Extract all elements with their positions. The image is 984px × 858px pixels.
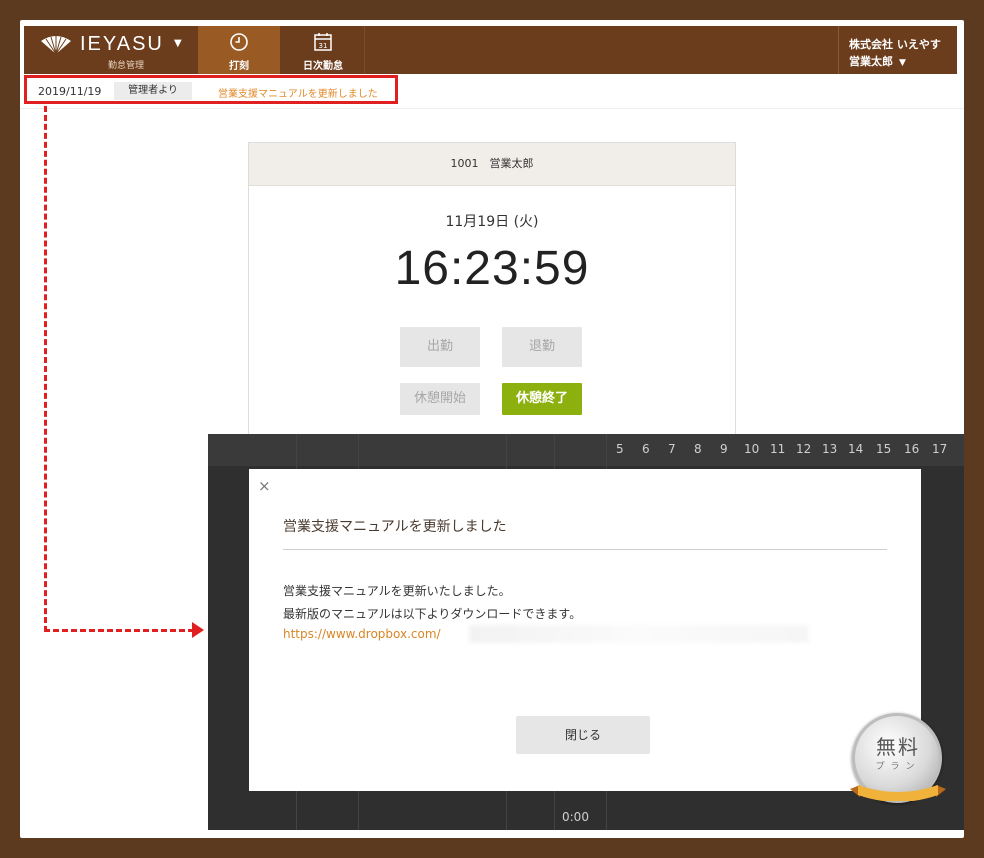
top-navigation-bar: IEYASU ▼ 勤怠管理 打刻 31 日次勤怠 株式会社 いえやす 営業太郎 ▼ [24,26,957,74]
free-plan-badge: 無料 プラン [848,713,948,813]
download-link[interactable]: https://www.dropbox.com/ [283,627,441,641]
calendar-icon: 31 [314,33,332,51]
tab-daily-attendance[interactable]: 31 日次勤怠 [282,26,365,74]
clock-in-button[interactable]: 出勤 [400,327,480,367]
company-name: 株式会社 いえやす [849,38,941,51]
table-header-day: 15 [876,442,892,456]
attendance-table-header: 5 6 7 8 9 10 11 12 13 14 15 16 17 [208,434,964,466]
current-time: 16:23:59 [394,242,590,295]
close-icon[interactable]: × [258,477,271,495]
notice-highlight-box [24,75,398,104]
user-menu-caret-icon[interactable]: ▼ [899,58,906,68]
tab-punch-label: 打刻 [229,61,249,72]
modal-body-line-1: 営業支援マニュアルを更新いたしました。 [283,584,511,598]
current-date: 11月19日 (火) [445,214,539,230]
clock-icon [230,33,248,51]
break-end-button[interactable]: 休憩終了 [502,383,582,415]
ribbon-icon [850,785,946,801]
modal-close-button[interactable]: 閉じる [516,716,650,754]
user-menu[interactable]: 株式会社 いえやす 営業太郎 ▼ [838,26,957,74]
redacted-link-area [469,625,809,643]
callout-arrow-line [44,106,47,632]
table-header-day: 6 [642,442,650,456]
user-name: 営業太郎 [849,55,893,68]
table-header-day: 17 [932,442,948,456]
badge-main-text: 無料 [876,735,920,759]
calendar-icon-number: 31 [319,42,328,50]
screenshot-frame: IEYASU ▼ 勤怠管理 打刻 31 日次勤怠 株式会社 いえやす 営業太郎 ▼ [20,20,964,838]
punch-card: 1001 営業太郎 11月19日 (火) 16:23:59 出勤 退勤 休憩開始… [248,142,736,444]
table-header-day: 16 [904,442,920,456]
tab-daily-label: 日次勤怠 [303,61,343,72]
table-header-day: 7 [668,442,676,456]
table-header-day: 12 [796,442,812,456]
table-header-day: 13 [822,442,838,456]
app-logo[interactable]: IEYASU ▼ 勤怠管理 [40,32,190,72]
app-subtitle: 勤怠管理 [108,61,145,71]
header-divider [20,108,964,109]
table-time-cell: 0:00 [562,810,589,824]
app-menu-caret-icon[interactable]: ▼ [174,38,182,49]
modal-divider [283,549,887,550]
app-name: IEYASU [80,33,164,55]
modal-body-line-2: 最新版のマニュアルは以下よりダウンロードできます。 [283,607,582,621]
callout-arrow-line [44,629,194,632]
fan-logo-icon [41,36,71,55]
arrow-right-icon [192,622,204,638]
clock-out-button[interactable]: 退勤 [502,327,582,367]
employee-header: 1001 営業太郎 [249,143,735,186]
tab-punch[interactable]: 打刻 [198,26,280,74]
table-header-day: 14 [848,442,864,456]
modal-title: 営業支援マニュアルを更新しました [283,519,507,535]
table-header-day: 8 [694,442,702,456]
break-start-button[interactable]: 休憩開始 [400,383,480,415]
badge-sub-text: プラン [875,762,921,772]
user-name-line: 営業太郎 ▼ [849,53,906,69]
announcement-modal: × 営業支援マニュアルを更新しました 営業支援マニュアルを更新いたしました。 最… [249,469,921,791]
table-header-day: 5 [616,442,624,456]
table-header-day: 10 [744,442,760,456]
table-header-day: 11 [770,442,786,456]
table-header-day: 9 [720,442,728,456]
